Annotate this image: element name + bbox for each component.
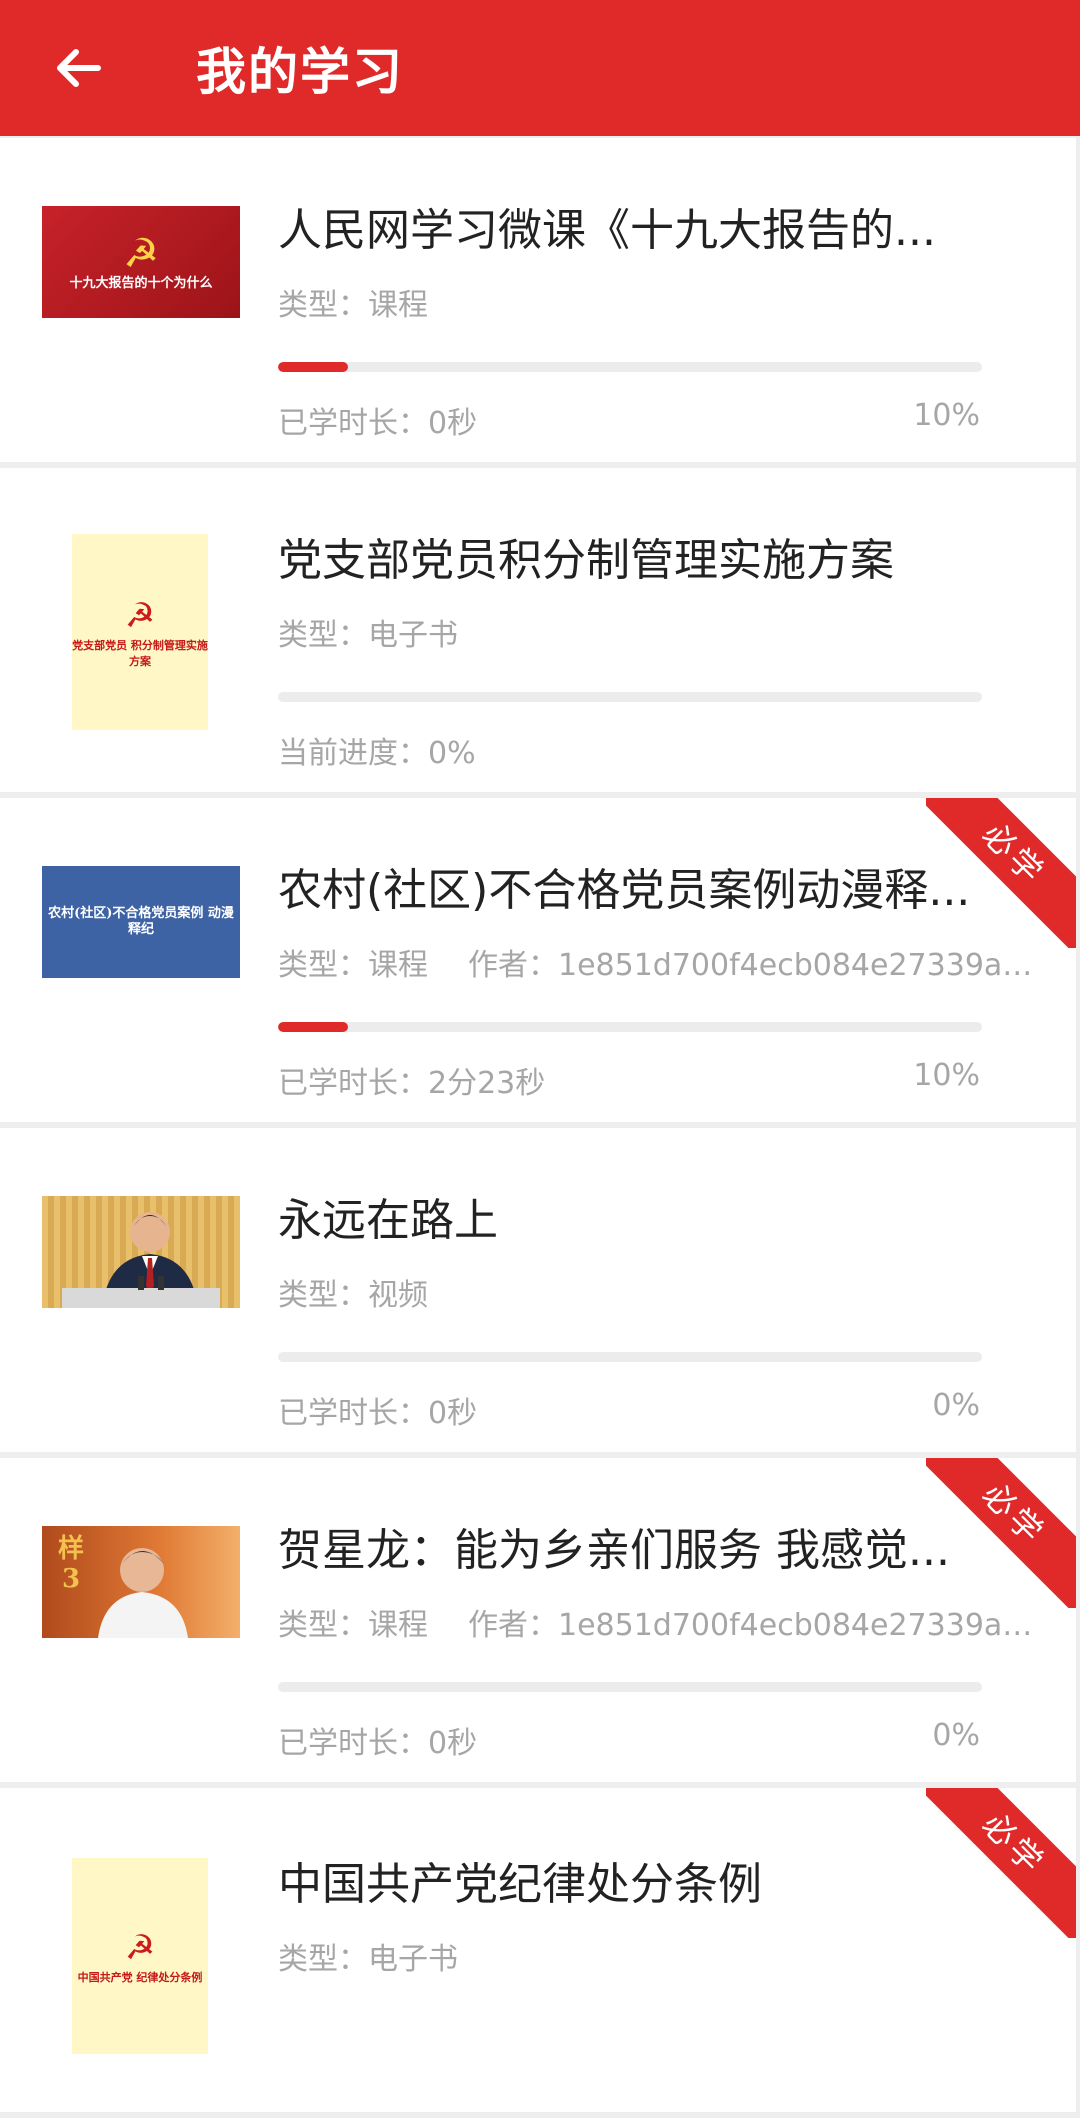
study-duration: 已学时长：2分23秒 bbox=[278, 1066, 546, 1101]
list-item[interactable]: ☭ 党支部党员 积分制管理实施方案 党支部党员积分制管理实施方案 类型：电子书 … bbox=[0, 468, 1076, 792]
party-emblem-icon: ☭ bbox=[124, 1928, 156, 1968]
item-title: 党支部党员积分制管理实施方案 bbox=[278, 535, 894, 586]
ebook-cover: ☭ 党支部党员 积分制管理实施方案 bbox=[72, 534, 208, 730]
item-title: 永远在路上 bbox=[278, 1195, 498, 1246]
party-emblem-icon: ☭ bbox=[123, 231, 159, 277]
party-emblem-icon: ☭ bbox=[124, 596, 156, 636]
study-duration: 已学时长：0秒 bbox=[278, 1396, 478, 1431]
progress-fill bbox=[278, 362, 349, 372]
study-list: ☭ 十九大报告的十个为什么 人民网学习微课《十九大报告的... 类型：课程 已学… bbox=[0, 138, 1080, 2118]
required-badge: 必学 bbox=[926, 798, 1076, 948]
study-duration: 已学时长：0秒 bbox=[278, 406, 478, 441]
thumbnail-caption: 农村(社区)不合格党员案例 动漫释纪 bbox=[48, 906, 234, 937]
progress-bar bbox=[278, 692, 982, 702]
item-title: 中国共产党纪律处分条例 bbox=[278, 1859, 762, 1910]
progress-percent: 0% bbox=[932, 1718, 980, 1753]
item-type: 类型：课程 bbox=[278, 288, 428, 323]
item-type: 类型：电子书 bbox=[278, 618, 458, 653]
required-badge: 必学 bbox=[926, 1788, 1076, 1938]
progress-bar bbox=[278, 362, 982, 372]
thumbnail-caption: 样 3 bbox=[57, 1534, 84, 1594]
item-title: 农村(社区)不合格党员案例动漫释... bbox=[278, 865, 971, 916]
progress-percent: 10% bbox=[913, 1058, 980, 1093]
current-progress: 当前进度：0% bbox=[278, 736, 476, 771]
course-thumbnail: ☭ 十九大报告的十个为什么 bbox=[42, 206, 240, 318]
thumbnail-caption: 党支部党员 积分制管理实施方案 bbox=[72, 639, 208, 668]
list-item[interactable]: ☭ 中国共产党 纪律处分条例 中国共产党纪律处分条例 类型：电子书 必学 bbox=[0, 1788, 1076, 2112]
study-duration: 已学时长：0秒 bbox=[278, 1726, 478, 1761]
video-thumbnail bbox=[42, 1196, 240, 1308]
progress-percent: 0% bbox=[932, 1388, 980, 1423]
item-type: 类型：课程 bbox=[278, 1608, 428, 1643]
item-type: 类型：视频 bbox=[278, 1278, 428, 1313]
item-type: 类型：课程 bbox=[278, 948, 428, 983]
list-item[interactable]: 农村(社区)不合格党员案例 动漫释纪 农村(社区)不合格党员案例动漫释... 类… bbox=[0, 798, 1076, 1122]
item-title: 贺星龙：能为乡亲们服务 我感觉... bbox=[278, 1525, 950, 1576]
item-title: 人民网学习微课《十九大报告的... bbox=[278, 205, 936, 256]
item-type: 类型：电子书 bbox=[278, 1942, 458, 1977]
thumbnail-caption: 十九大报告的十个为什么 bbox=[69, 276, 213, 291]
progress-bar bbox=[278, 1682, 982, 1692]
back-arrow-icon[interactable] bbox=[48, 38, 108, 98]
thumbnail-caption: 中国共产党 纪律处分条例 bbox=[77, 1971, 203, 1984]
list-item[interactable]: ☭ 十九大报告的十个为什么 人民网学习微课《十九大报告的... 类型：课程 已学… bbox=[0, 138, 1076, 462]
progress-percent: 10% bbox=[913, 398, 980, 433]
list-item[interactable]: 样 3 贺星龙：能为乡亲们服务 我感觉... 类型：课程 作者：1e851d700… bbox=[0, 1458, 1076, 1782]
progress-bar bbox=[278, 1352, 982, 1362]
list-item[interactable]: 永远在路上 类型：视频 已学时长：0秒 0% bbox=[0, 1128, 1076, 1452]
course-thumbnail: 样 3 bbox=[42, 1526, 240, 1638]
course-thumbnail: 农村(社区)不合格党员案例 动漫释纪 bbox=[42, 866, 240, 978]
page-title: 我的学习 bbox=[196, 43, 404, 101]
progress-bar bbox=[278, 1022, 982, 1032]
required-badge: 必学 bbox=[926, 1458, 1076, 1608]
speaker-image bbox=[62, 1212, 220, 1308]
ebook-cover: ☭ 中国共产党 纪律处分条例 bbox=[72, 1858, 208, 2054]
progress-fill bbox=[278, 1022, 349, 1032]
app-bar: 我的学习 bbox=[0, 0, 1080, 136]
